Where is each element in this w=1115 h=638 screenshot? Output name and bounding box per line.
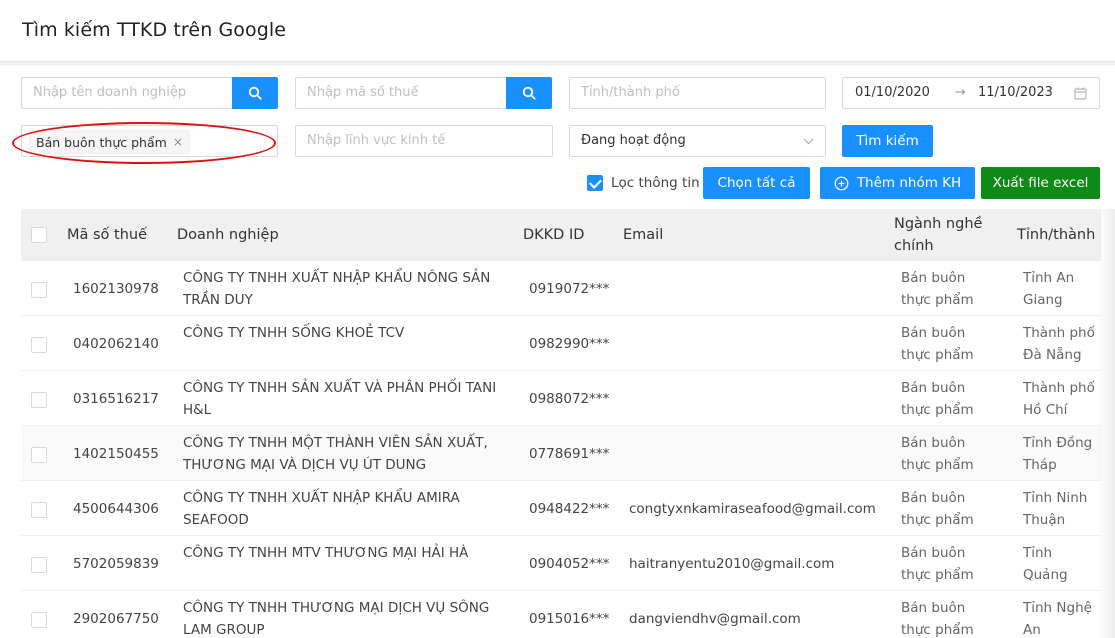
table-header: Mã số thuế Doanh nghiệp DKKD ID Email Ng… [21,209,1101,261]
status-value: Đang hoạt động [581,133,686,148]
company-cell[interactable]: CÔNG TY TNHH XUẤT NHẬP KHẨU AMIRA SEAFOO… [183,487,503,531]
search-icon [522,86,536,100]
industry-cell: Bán buôn thực phẩm [901,545,974,583]
dkkd-cell: 0988072*** [529,391,610,407]
table-row[interactable]: 0316516217 CÔNG TY TNHH SẢN XUẤT VÀ PHÂN … [21,371,1101,426]
add-group-label: Thêm nhóm KH [856,175,962,191]
industry-cell: Bán buôn thực phẩm [901,600,974,638]
calendar-icon [1074,87,1087,100]
email-cell: haitranyentu2010@gmail.com [629,556,835,572]
company-cell[interactable]: CÔNG TY TNHH THƯƠNG MẠI DỊCH VỤ SÔNG LAM… [183,597,503,638]
economic-sector-field[interactable]: Nhập lĩnh vực kinh tế [295,125,553,157]
main-content: Tỉnh/thành phố 01/10/2020 → 11/10/2023 B… [0,66,1115,638]
province-cell: Tỉnh Ninh Thuận [1023,490,1088,528]
select-all-checkbox[interactable] [31,227,47,243]
dkkd-cell: 0919072*** [529,281,610,297]
dkkd-cell: 0778691*** [529,446,610,462]
add-group-button[interactable]: Thêm nhóm KH [820,167,975,199]
table-row[interactable]: 1402150455 CÔNG TY TNHH MỘT THÀNH VIÊN SẢ… [21,426,1101,481]
industry-cell: Bán buôn thực phẩm [901,490,974,528]
dkkd-cell: 0915016*** [529,611,610,627]
tax-code-cell: 2902067750 [73,611,159,627]
tax-code-cell: 0316516217 [73,391,159,407]
date-range-picker[interactable]: 01/10/2020 → 11/10/2023 [842,77,1100,109]
province-placeholder: Tỉnh/thành phố [581,85,680,100]
page-title: Tìm kiếm TTKD trên Google [22,19,287,41]
province-cell: Thành phố Hồ Chí Minh [1023,380,1095,418]
column-header: DKKD ID [523,227,585,243]
tax-code-input[interactable] [307,85,497,100]
tax-code-field[interactable] [295,77,507,109]
email-cell: dangviendhv@gmail.com [629,611,801,627]
tax-code-cell: 0402062140 [73,336,159,352]
province-cell: Tỉnh Quảng Ninh [1023,545,1068,583]
row-checkbox[interactable] [31,557,47,573]
company-cell[interactable]: CÔNG TY TNHH MTV THƯƠNG MẠI HẢI HÀ [183,542,503,564]
row-checkbox[interactable] [31,612,47,628]
province-cell: Tỉnh Đồng Tháp [1023,435,1093,473]
highlight-ellipse [12,122,276,164]
economic-sector-placeholder: Nhập lĩnh vực kinh tế [307,133,446,148]
company-cell[interactable]: CÔNG TY TNHH MỘT THÀNH VIÊN SẢN XUẤT, TH… [183,432,503,476]
company-cell[interactable]: CÔNG TY TNHH SẢN XUẤT VÀ PHÂN PHỐI TANI … [183,377,503,421]
page-header: Tìm kiếm TTKD trên Google [0,0,1115,62]
dkkd-cell: 0904052*** [529,556,610,572]
column-header: Tỉnh/thành [1017,227,1096,243]
dkkd-cell: 0982990*** [529,336,610,352]
row-checkbox[interactable] [31,392,47,408]
date-arrow-icon: → [955,85,966,100]
date-from[interactable]: 01/10/2020 [855,85,930,100]
search-button[interactable]: Tìm kiếm [842,125,933,157]
status-select[interactable]: Đang hoạt động [569,125,826,157]
province-cell: Tỉnh Nghệ An [1023,600,1092,638]
column-header: Mã số thuế [67,227,148,243]
email-cell: congtyxnkamiraseafood@gmail.com [629,501,876,517]
filter-info-label: Lọc thông tin [611,175,700,191]
tax-code-search-button[interactable] [506,77,552,109]
filter-info-checkbox[interactable] [587,175,603,191]
province-cell: Thành phố Đà Nẵng [1023,325,1095,363]
province-cell: Tỉnh An Giang [1023,270,1075,308]
table-row[interactable]: 4500644306 CÔNG TY TNHH XUẤT NHẬP KHẨU AM… [21,481,1101,536]
company-name-input[interactable] [33,85,223,100]
industry-cell: Bán buôn thực phẩm [901,325,974,363]
row-checkbox[interactable] [31,447,47,463]
filter-info-toggle[interactable]: Lọc thông tin [587,175,700,191]
dkkd-cell: 0948422*** [529,501,610,517]
table-row[interactable]: 5702059839 CÔNG TY TNHH MTV THƯƠNG MẠI HẢ… [21,536,1101,591]
industry-cell: Bán buôn thực phẩm [901,435,974,473]
table-row[interactable]: 0402062140 CÔNG TY TNHH SỐNG KHOẺ TCV 0982… [21,316,1101,371]
company-name-field[interactable] [21,77,233,109]
company-cell[interactable]: CÔNG TY TNHH XUẤT NHẬP KHẨU NÔNG SẢN TRẦ… [183,267,503,311]
province-field[interactable]: Tỉnh/thành phố [569,77,826,109]
tax-code-cell: 4500644306 [73,501,159,517]
row-checkbox[interactable] [31,502,47,518]
plus-circle-icon [834,176,849,190]
column-header: Doanh nghiệp [177,227,279,243]
tax-code-cell: 5702059839 [73,556,159,572]
industry-cell: Bán buôn thực phẩm [901,270,974,308]
company-search-button[interactable] [232,77,278,109]
company-cell[interactable]: CÔNG TY TNHH SỐNG KHOẺ TCV [183,322,503,344]
table-row[interactable]: 1602130978 CÔNG TY TNHH XUẤT NHẬP KHẨU NÔ… [21,261,1101,316]
table-row[interactable]: 2902067750 CÔNG TY TNHH THƯƠNG MẠI DỊCH V… [21,591,1101,638]
tax-code-cell: 1602130978 [73,281,159,297]
date-to[interactable]: 11/10/2023 [978,85,1053,100]
tax-code-cell: 1402150455 [73,446,159,462]
column-header: Email [623,227,664,243]
row-checkbox[interactable] [31,337,47,353]
chevron-down-icon [803,138,814,145]
export-excel-button[interactable]: Xuất file excel [981,167,1100,199]
select-all-button[interactable]: Chọn tất cả [703,167,810,199]
search-icon [248,86,262,100]
industry-cell: Bán buôn thực phẩm [901,380,974,418]
column-header: Ngành nghề chính [894,216,983,254]
scroll-shadow [1097,209,1115,638]
row-checkbox[interactable] [31,282,47,298]
